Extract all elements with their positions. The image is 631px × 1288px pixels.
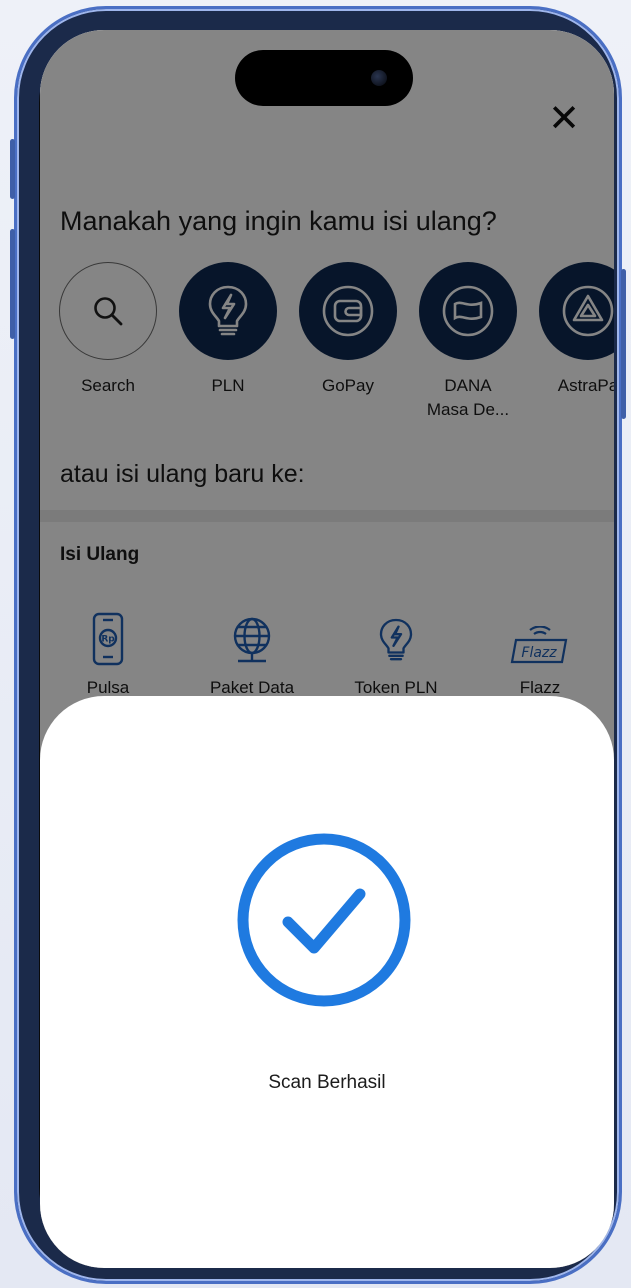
scan-success-message: Scan Berhasil [268,1072,386,1093]
camera-icon [371,70,387,86]
side-button-right [621,269,626,419]
check-circle-icon [236,832,412,1008]
topup-page: ✕ Manakah yang ingin kamu isi ulang? Sea… [40,30,614,1268]
dynamic-island [235,50,413,106]
phone-screen: ✕ Manakah yang ingin kamu isi ulang? Sea… [40,30,614,1268]
side-button-upper [10,139,15,199]
scan-success-sheet: Scan Berhasil [40,696,614,1268]
side-button-lower [10,229,15,339]
